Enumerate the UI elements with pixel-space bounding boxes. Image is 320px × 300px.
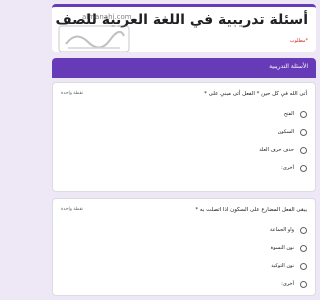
option-row[interactable]: نون النسوة [61,239,307,257]
option-row[interactable]: نون التوكيد [61,257,307,275]
form-page: أسئلة تدريبية في اللغة العربية للصف الثا… [48,0,320,300]
question-card-1: أتى الله في كل حين * الفعل أتى مبني على … [52,82,316,192]
option-label: واو الجماعة [269,227,294,233]
watermark-url: almanahj.com [82,13,132,21]
options-list: واو الجماعة نون النسوة نون التوكيد أخرى: [61,221,307,293]
form-header-card: أسئلة تدريبية في اللغة العربية للصف الثا… [52,4,316,52]
radio-button[interactable] [300,110,307,118]
question-points: نقطة واحدة [61,91,83,96]
option-row[interactable]: واو الجماعة [61,221,307,239]
option-label: السكون [277,129,294,135]
section-header: الأسئلة التدريبية [52,58,316,78]
radio-button[interactable] [300,244,307,252]
radio-button[interactable] [300,280,307,288]
options-list: الفتح السكون حذف حرف العلة أخرى: [61,105,307,177]
question-title: أتى الله في كل حين * الفعل أتى مبني على … [204,91,307,97]
option-label-other: أخرى: [281,281,294,287]
radio-button[interactable] [300,164,307,172]
watermark-logo [58,25,130,52]
question-points: نقطة واحدة [61,207,83,212]
option-label: الفتح [283,111,294,117]
question-card-2: يبقى الفعل المضارع على السكون اذا اتصلت … [52,198,316,296]
option-row[interactable]: السكون [61,123,307,141]
option-label-other: أخرى: [281,165,294,171]
radio-button[interactable] [300,262,307,270]
radio-button[interactable] [300,128,307,136]
option-label: نون التوكيد [271,263,294,269]
question-title: يبقى الفعل المضارع على السكون اذا اتصلت … [195,207,307,213]
required-note: *مطلوب [289,38,308,44]
section-title: الأسئلة التدريبية [269,63,308,70]
option-row-other[interactable]: أخرى: [61,275,307,293]
option-label: نون النسوة [270,245,294,251]
option-row-other[interactable]: أخرى: [61,159,307,177]
radio-button[interactable] [300,226,307,234]
option-row[interactable]: الفتح [61,105,307,123]
option-row[interactable]: حذف حرف العلة [61,141,307,159]
option-label: حذف حرف العلة [259,147,294,153]
radio-button[interactable] [300,146,307,154]
